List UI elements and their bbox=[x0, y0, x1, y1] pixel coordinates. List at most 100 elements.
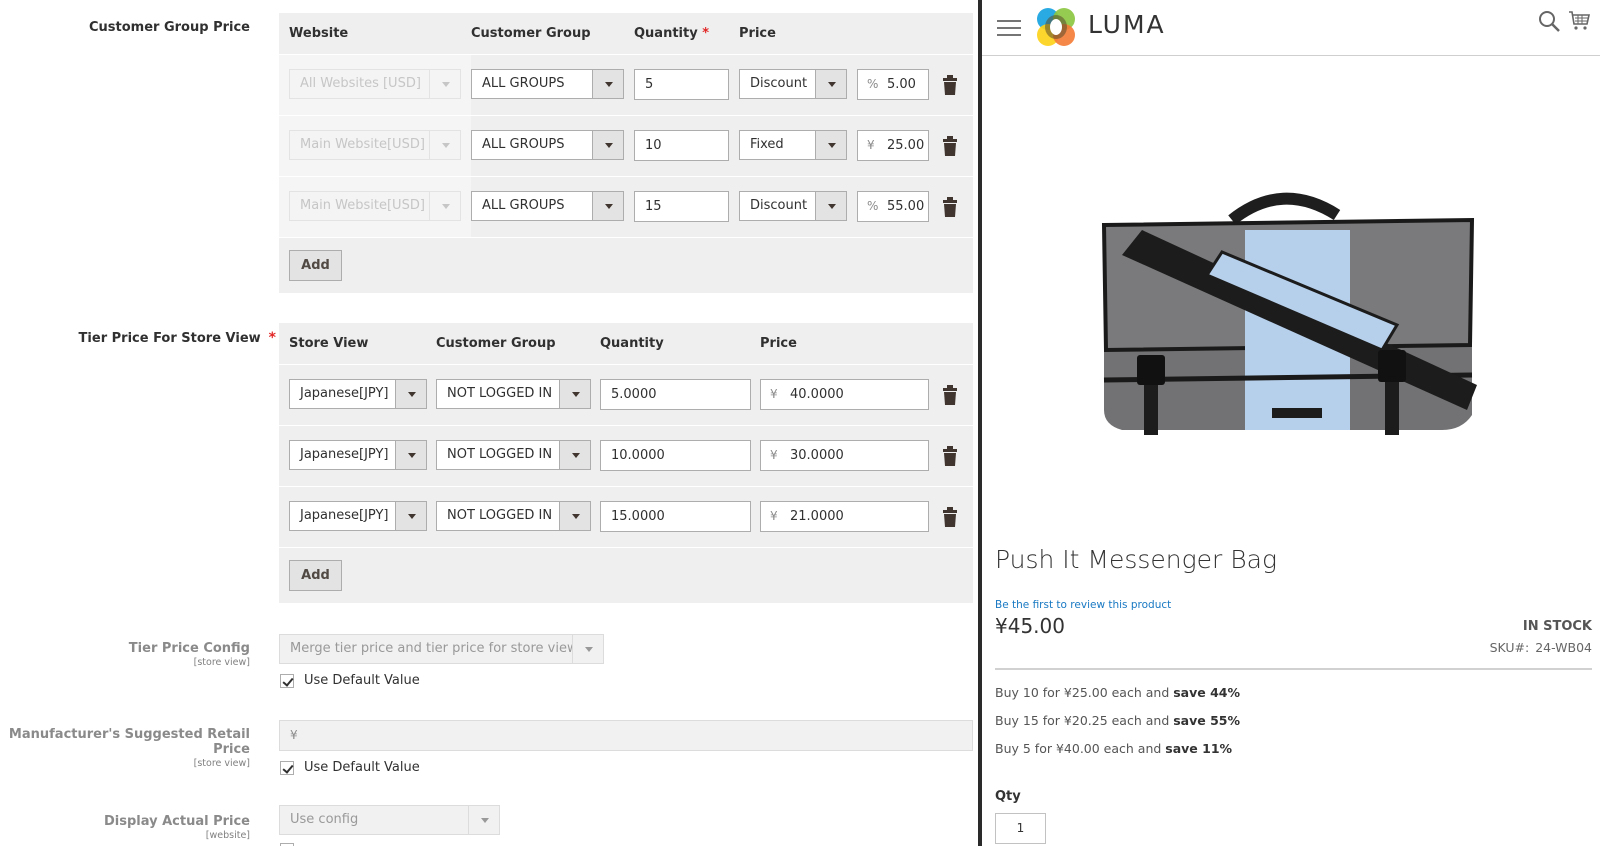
price-type-select[interactable]: Discount bbox=[739, 191, 847, 221]
customer-group-value: NOT LOGGED IN bbox=[447, 447, 553, 462]
price-type-value: Discount bbox=[750, 198, 808, 213]
website-select[interactable]: All Websites [USD] bbox=[289, 69, 461, 99]
price-symbol: ¥ bbox=[770, 387, 778, 401]
use-default-checkbox[interactable] bbox=[280, 674, 294, 688]
customer-group-select[interactable]: NOT LOGGED IN bbox=[436, 501, 591, 531]
price-input[interactable]: ¥25.00 bbox=[857, 130, 929, 161]
table-row: Main Website[USD] ALL GROUPS 15 Discount… bbox=[279, 177, 973, 238]
chevron-down-icon bbox=[429, 70, 460, 98]
product-image[interactable] bbox=[1082, 180, 1482, 450]
tier-offer-text: Buy 10 for ¥25.00 each and bbox=[995, 685, 1174, 700]
trash-icon[interactable] bbox=[942, 446, 958, 466]
msrp-input[interactable]: ¥ bbox=[279, 720, 973, 751]
store-view-select[interactable]: Japanese[JPY] bbox=[289, 379, 427, 409]
grid-footer: Add bbox=[279, 548, 973, 603]
menu-icon[interactable] bbox=[997, 20, 1021, 38]
grid-header: Website Customer Group Quantity * Price bbox=[279, 13, 973, 55]
cart-icon[interactable] bbox=[1568, 10, 1590, 32]
search-icon[interactable] bbox=[1538, 10, 1560, 32]
display-actual-price-label-text: Display Actual Price bbox=[103, 814, 250, 829]
tier-offer-text: Buy 15 for ¥20.25 each and bbox=[995, 713, 1174, 728]
customer-group-select[interactable]: ALL GROUPS bbox=[471, 130, 624, 160]
tier-offer: Buy 5 for ¥40.00 each and save 11% bbox=[995, 741, 1232, 756]
chevron-down-icon bbox=[395, 502, 426, 530]
tier-offer-text: Buy 5 for ¥40.00 each and bbox=[995, 741, 1166, 756]
column-header-price: Price bbox=[739, 26, 776, 41]
use-default-label: Use Default Value bbox=[304, 760, 420, 775]
price-input[interactable]: % 55.00 bbox=[857, 191, 929, 222]
product-sku: SKU#: 24-WB04 bbox=[1490, 640, 1592, 655]
customer-group-select-value: ALL GROUPS bbox=[482, 137, 565, 152]
customer-group-value: NOT LOGGED IN bbox=[447, 386, 553, 401]
website-select[interactable]: Main Website[USD] bbox=[289, 191, 461, 221]
website-select[interactable]: Main Website[USD] bbox=[289, 130, 461, 160]
display-actual-price-select[interactable]: Use config bbox=[279, 805, 500, 835]
price-value: 21.0000 bbox=[790, 509, 844, 524]
logo-text[interactable]: LUMA bbox=[1088, 10, 1166, 39]
chevron-down-icon bbox=[559, 502, 590, 530]
price-type-select[interactable]: Discount bbox=[739, 69, 847, 99]
customer-group-price-label-text: Customer Group Price bbox=[89, 20, 250, 35]
customer-group-select-value: ALL GROUPS bbox=[482, 198, 565, 213]
column-header-website: Website bbox=[289, 26, 349, 41]
chevron-down-icon bbox=[429, 192, 460, 220]
chevron-down-icon bbox=[815, 131, 846, 159]
price-input[interactable]: % 5.00 bbox=[857, 69, 929, 100]
table-row: All Websites [USD] ALL GROUPS 5 Discount… bbox=[279, 55, 973, 116]
customer-group-select[interactable]: NOT LOGGED IN bbox=[436, 440, 591, 470]
trash-icon[interactable] bbox=[942, 507, 958, 527]
product-price: ¥45.00 bbox=[995, 614, 1065, 638]
price-input[interactable]: ¥21.0000 bbox=[760, 501, 929, 532]
chevron-down-icon bbox=[592, 131, 623, 159]
review-link[interactable]: Be the first to review this product bbox=[995, 599, 1171, 611]
tier-price-config-select[interactable]: Merge tier price and tier price for stor… bbox=[279, 634, 604, 664]
quantity-value: 10.0000 bbox=[611, 448, 665, 463]
chevron-down-icon bbox=[395, 380, 426, 408]
price-input[interactable]: ¥30.0000 bbox=[760, 440, 929, 471]
store-header: LUMA bbox=[982, 0, 1600, 56]
website-select-value: All Websites [USD] bbox=[300, 76, 421, 91]
quantity-input[interactable]: 5 bbox=[634, 69, 729, 100]
store-view-value: Japanese[JPY] bbox=[300, 508, 389, 523]
tier-price-store-view-label: Tier Price For Store View * bbox=[40, 330, 276, 346]
column-header-store-view: Store View bbox=[289, 336, 369, 351]
tier-price-config-label-text: Tier Price Config bbox=[128, 641, 250, 656]
trash-icon[interactable] bbox=[942, 136, 958, 156]
price-symbol: % bbox=[867, 77, 879, 91]
price-type-value: Discount bbox=[750, 76, 808, 91]
currency-symbol: ¥ bbox=[290, 728, 298, 742]
add-customer-group-price-button[interactable]: Add bbox=[289, 250, 342, 281]
msrp-label-text: Manufacturer's Suggested Retail Price bbox=[8, 727, 250, 757]
price-value: 25.00 bbox=[887, 138, 925, 153]
use-default-checkbox[interactable] bbox=[280, 761, 294, 775]
trash-icon[interactable] bbox=[942, 385, 958, 405]
price-type-value: Fixed bbox=[750, 137, 784, 152]
column-header-price: Price bbox=[760, 336, 797, 351]
store-view-select[interactable]: Japanese[JPY] bbox=[289, 501, 427, 531]
price-type-select[interactable]: Fixed bbox=[739, 130, 847, 160]
quantity-input[interactable]: 5.0000 bbox=[600, 379, 751, 410]
quantity-input[interactable]: 10 bbox=[634, 130, 729, 161]
customer-group-select[interactable]: NOT LOGGED IN bbox=[436, 379, 591, 409]
trash-icon[interactable] bbox=[942, 197, 958, 217]
column-header-customer-group: Customer Group bbox=[471, 26, 591, 41]
price-input[interactable]: ¥40.0000 bbox=[760, 379, 929, 410]
quantity-input[interactable]: 15 bbox=[634, 191, 729, 222]
add-tier-price-button[interactable]: Add bbox=[289, 560, 342, 591]
chevron-down-icon bbox=[815, 192, 846, 220]
quantity-input[interactable]: 15.0000 bbox=[600, 501, 751, 532]
divider bbox=[995, 668, 1592, 670]
tier-price-store-view-label-text: Tier Price For Store View bbox=[78, 331, 261, 346]
msrp-label: Manufacturer's Suggested Retail Price [s… bbox=[0, 727, 250, 769]
store-view-select[interactable]: Japanese[JPY] bbox=[289, 440, 427, 470]
customer-group-select[interactable]: ALL GROUPS bbox=[471, 191, 624, 221]
qty-input[interactable]: 1 bbox=[995, 813, 1046, 844]
quantity-input[interactable]: 10.0000 bbox=[600, 440, 751, 471]
luma-logo-icon[interactable] bbox=[1034, 6, 1078, 48]
trash-icon[interactable] bbox=[942, 75, 958, 95]
chevron-down-icon bbox=[559, 380, 590, 408]
price-value: 5.00 bbox=[887, 77, 916, 92]
quantity-value: 5 bbox=[645, 77, 654, 92]
storefront-panel: LUMA Push It Messenger Bag Be the first … bbox=[982, 0, 1600, 846]
customer-group-select[interactable]: ALL GROUPS bbox=[471, 69, 624, 99]
